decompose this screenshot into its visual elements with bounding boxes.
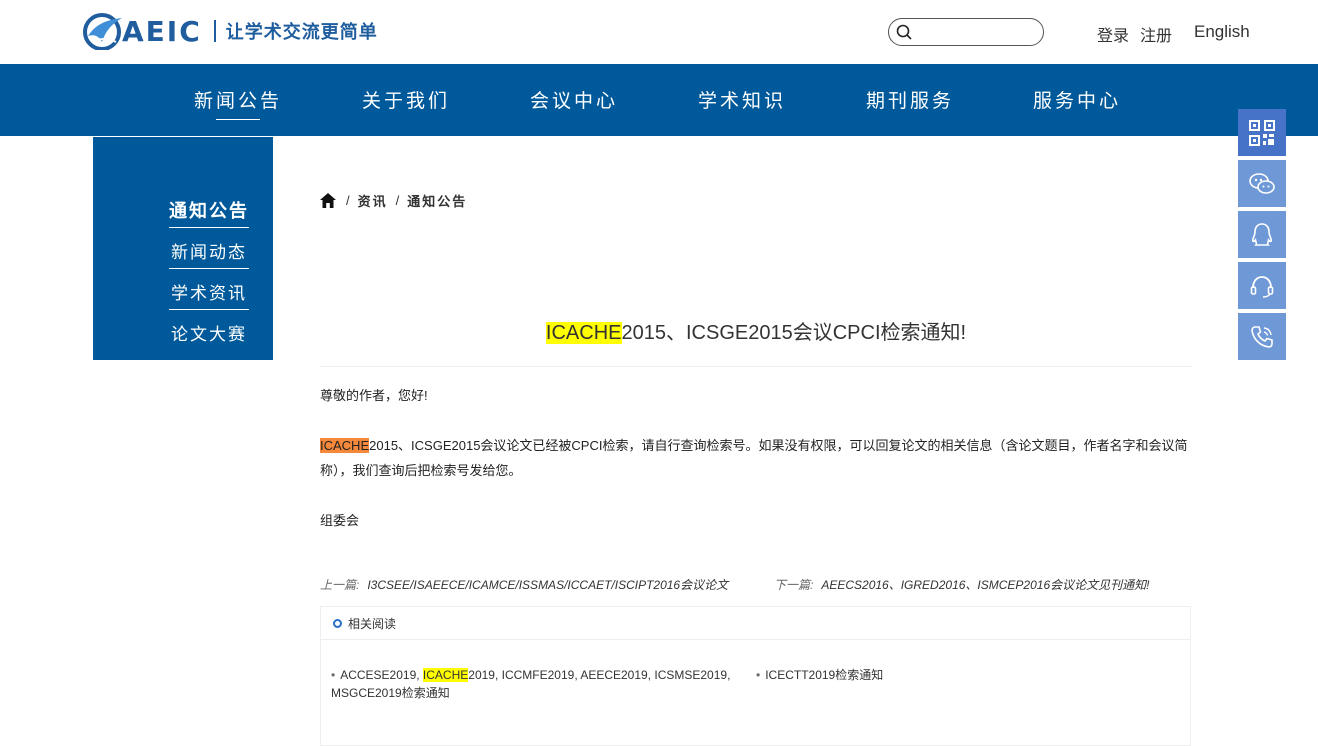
- related-item[interactable]: • ACCESE2019, ICACHE2019, ICCMFE2019, AEE…: [331, 666, 741, 702]
- nav-item-journal[interactable]: 期刊服务: [866, 86, 954, 113]
- nav-item-news[interactable]: 新闻公告: [194, 86, 282, 120]
- related-heading-text: 相关阅读: [348, 616, 397, 631]
- prev-label: 上一篇:: [320, 578, 360, 592]
- bullet-icon: •: [756, 668, 761, 682]
- phone-button[interactable]: [1238, 313, 1286, 360]
- nav-item-service[interactable]: 服务中心: [1033, 86, 1121, 113]
- wechat-button[interactable]: [1238, 160, 1286, 207]
- site-logo[interactable]: AEIC 让学术交流更简单: [82, 12, 378, 50]
- qr-code-icon: [1249, 119, 1275, 146]
- search-icon[interactable]: [896, 24, 912, 40]
- search-input[interactable]: [917, 22, 1039, 44]
- qr-code-button[interactable]: [1238, 109, 1286, 156]
- register-link[interactable]: 注册: [1140, 22, 1172, 46]
- customer-service-button[interactable]: [1238, 262, 1286, 309]
- home-icon[interactable]: [320, 193, 336, 208]
- related-heading: 相关阅读: [321, 607, 1190, 640]
- logo-text: AEIC: [122, 14, 202, 48]
- title-highlight: ICACHE: [545, 322, 622, 344]
- logo-divider: [213, 20, 216, 42]
- next-label: 下一篇:: [774, 578, 814, 592]
- breadcrumb-separator: /: [395, 193, 400, 208]
- wechat-icon: [1249, 172, 1275, 194]
- sidebar-item-news[interactable]: 新闻动态: [169, 238, 249, 263]
- headset-icon: [1250, 275, 1274, 298]
- sidebar-divider: [169, 309, 249, 310]
- article-greeting: 尊敬的作者，您好!: [320, 388, 428, 403]
- related-item[interactable]: • ICECTT2019检索通知: [756, 666, 883, 684]
- prev-title[interactable]: I3CSEE/ISAEECE/ICAMCE/ISSMAS/ICCAET/ISCI…: [367, 578, 728, 592]
- article-signature: 组委会: [320, 513, 360, 528]
- phone-icon: [1251, 325, 1273, 348]
- prev-article[interactable]: 上一篇: I3CSEE/ISAEECE/ICAMCE/ISSMAS/ICCAET/…: [320, 576, 728, 593]
- logo-slogan: 让学术交流更简单: [225, 22, 378, 42]
- sidebar-divider: [169, 268, 249, 269]
- nav-item-academic[interactable]: 学术知识: [698, 86, 786, 113]
- breadcrumb-item-notices[interactable]: 通知公告: [407, 191, 467, 210]
- related-item-highlight[interactable]: ICACHE: [422, 668, 469, 682]
- breadcrumb-item-news[interactable]: 资讯: [358, 191, 388, 210]
- sidebar-item-paper-contest[interactable]: 论文大赛: [169, 320, 249, 345]
- login-link[interactable]: 登录: [1097, 22, 1129, 46]
- article-body: ICACHE2015、ICSGE2015会议论文已经被CPCI检索，请自行查询检…: [320, 433, 1194, 483]
- qq-button[interactable]: [1238, 211, 1286, 258]
- body-highlight: ICACHE: [320, 438, 370, 453]
- sidebar-item-academic-info[interactable]: 学术资讯: [169, 279, 249, 304]
- search-box[interactable]: [888, 18, 1044, 46]
- related-item-text[interactable]: ACCESE2019,: [340, 668, 423, 682]
- related-item-text[interactable]: ICECTT2019检索通知: [765, 668, 883, 682]
- qq-icon: [1251, 222, 1273, 246]
- breadcrumb-separator: /: [346, 193, 350, 208]
- article-title: ICACHE2015、ICSGE2015会议CPCI检索通知!: [320, 316, 1192, 345]
- bullet-icon: •: [331, 668, 336, 682]
- next-article[interactable]: 下一篇: AEECS2016、IGRED2016、ISMCEP2016会议论文见刊…: [774, 576, 1149, 593]
- site-header: AEIC 让学术交流更简单 登录 注册 English: [0, 0, 1318, 64]
- english-link[interactable]: English: [1194, 22, 1250, 42]
- title-text: 2015、ICSGE2015会议CPCI检索通知!: [621, 322, 967, 344]
- related-reading: 相关阅读 • ACCESE2019, ICACHE2019, ICCMFE2019…: [320, 606, 1191, 746]
- body-text: 2015、ICSGE2015会议论文已经被CPCI检索，请自行查询检索号。如果没…: [320, 438, 1188, 478]
- breadcrumb: / 资讯 / 通知公告: [320, 191, 467, 210]
- sidebar-divider: [169, 227, 249, 228]
- nav-item-about[interactable]: 关于我们: [362, 86, 450, 113]
- sidebar: 通知公告 新闻动态 学术资讯 论文大赛: [93, 137, 273, 360]
- main-nav: 新闻公告 关于我们 会议中心 学术知识 期刊服务 服务中心: [0, 64, 1318, 136]
- next-title[interactable]: AEECS2016、IGRED2016、ISMCEP2016会议论文见刊通知!: [821, 578, 1149, 592]
- sidebar-item-notices[interactable]: 通知公告: [169, 197, 249, 223]
- logo-bird-icon: [83, 13, 122, 50]
- title-divider: [320, 366, 1192, 367]
- nav-item-conference[interactable]: 会议中心: [530, 86, 618, 113]
- circle-bullet-icon: [333, 618, 342, 628]
